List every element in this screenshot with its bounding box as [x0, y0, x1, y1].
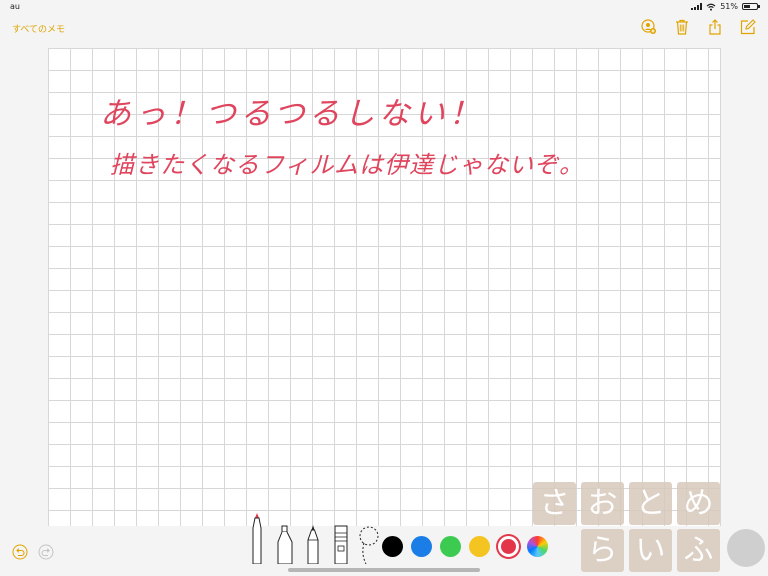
add-people-button[interactable]	[641, 19, 657, 35]
undo-redo-group	[12, 544, 54, 560]
pen-tool-button[interactable]	[246, 512, 268, 564]
watermark-tile: お	[581, 482, 624, 525]
trash-icon	[676, 19, 688, 35]
marker-tool-button[interactable]	[274, 512, 296, 564]
eraser-tool-button[interactable]	[330, 512, 352, 564]
lasso-icon	[359, 526, 379, 564]
add-people-icon	[641, 19, 656, 34]
undo-button[interactable]	[12, 544, 28, 560]
status-bar: au 51%	[0, 0, 768, 14]
color-swatches	[382, 536, 548, 557]
color-swatch-black[interactable]	[382, 536, 403, 557]
pen-tools	[246, 512, 380, 564]
watermark-tile: め	[677, 482, 720, 525]
back-to-all-notes-button[interactable]: すべてのメモ	[12, 22, 65, 35]
share-button[interactable]	[707, 19, 723, 35]
redo-icon	[38, 544, 54, 560]
battery-icon	[742, 3, 760, 10]
compose-icon	[740, 19, 756, 35]
home-indicator	[288, 568, 480, 572]
toolbar-icons	[641, 19, 756, 35]
undo-icon	[12, 544, 28, 560]
share-icon	[709, 19, 721, 35]
handwritten-line-1: あっ！つるつるしない！	[100, 96, 484, 132]
signal-icon	[691, 3, 703, 10]
lasso-tool-button[interactable]	[358, 512, 380, 564]
pen-icon	[252, 513, 262, 564]
eraser-icon	[334, 525, 348, 564]
watermark-tile: ら	[581, 529, 624, 572]
handwritten-line-2: 描きたくなるフィルムは伊達じゃないぞ。	[110, 151, 585, 179]
watermark-tile: ふ	[677, 529, 720, 572]
nav-bar: すべてのメモ	[0, 14, 768, 44]
pencil-tool-button[interactable]	[302, 512, 324, 564]
compose-button[interactable]	[740, 19, 756, 35]
marker-icon	[277, 525, 293, 564]
carrier-label: au	[10, 2, 20, 11]
watermark-logo: さ お と め ら い ふ	[533, 482, 723, 576]
wifi-icon	[706, 3, 716, 11]
battery-percent: 51%	[720, 2, 738, 11]
pencil-icon	[307, 525, 319, 564]
watermark-tile: さ	[533, 482, 576, 525]
color-swatch-green[interactable]	[440, 536, 461, 557]
watermark-tile: い	[629, 529, 672, 572]
redo-button[interactable]	[38, 544, 54, 560]
delete-button[interactable]	[674, 19, 690, 35]
watermark-avatar	[727, 529, 765, 567]
color-swatch-yellow[interactable]	[469, 536, 490, 557]
status-right: 51%	[691, 2, 760, 11]
color-swatch-blue[interactable]	[411, 536, 432, 557]
color-swatch-red-selected[interactable]	[498, 536, 519, 557]
watermark-tile: と	[629, 482, 672, 525]
